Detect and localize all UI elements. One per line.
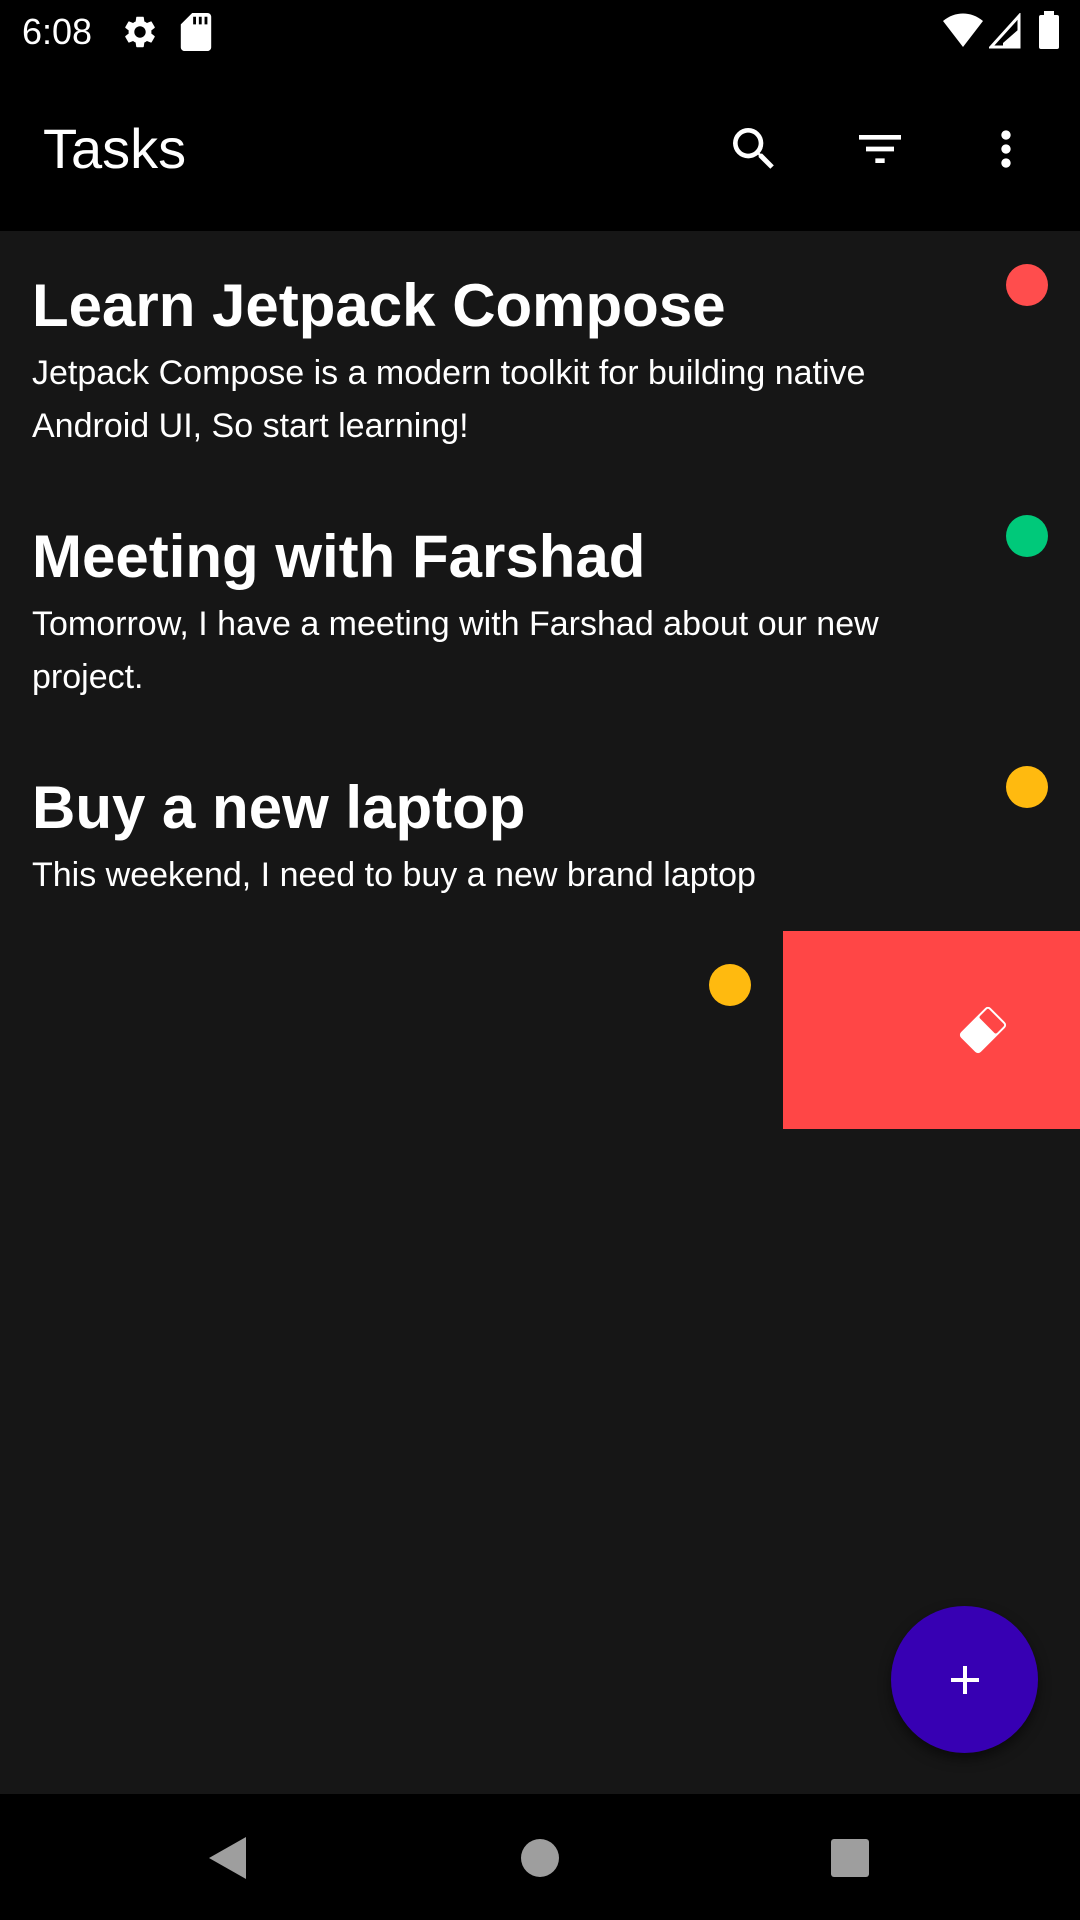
task-description: Jetpack Compose is a modern toolkit for … [32, 354, 866, 445]
home-button[interactable] [504, 1822, 576, 1894]
more-options-button[interactable] [964, 107, 1048, 191]
add-icon [950, 1665, 979, 1694]
search-icon [733, 128, 774, 169]
task-title: Buy a new laptop [32, 774, 526, 841]
task-title: Meeting with Farshad [32, 523, 646, 590]
task-list[interactable]: Learn Jetpack Compose Jetpack Compose is… [0, 231, 1080, 1794]
home-icon [521, 1839, 559, 1877]
more-vert-icon [1001, 130, 1011, 168]
priority-indicator-yellow [1006, 766, 1048, 808]
settings-icon [125, 16, 155, 48]
app-title: Tasks [43, 117, 187, 180]
battery-icon [1039, 11, 1059, 49]
add-task-fab[interactable] [891, 1606, 1038, 1753]
status-bar: 6:08 [0, 0, 1080, 63]
priority-indicator-green [1006, 515, 1048, 557]
wifi-icon [943, 13, 983, 47]
task-item-buy-a-new-laptop[interactable]: Buy a new laptop This weekend, I need to… [0, 733, 1080, 931]
task-item-meeting-with-farshad[interactable]: Meeting with Farshad Tomorrow, I have a … [0, 482, 1080, 732]
recents-icon [831, 1839, 869, 1877]
task-item-swiped[interactable] [0, 931, 783, 1129]
priority-indicator-red [1006, 264, 1048, 306]
status-time: 6:08 [22, 11, 93, 52]
sd-card-icon [180, 13, 212, 51]
filter-button[interactable] [838, 107, 922, 191]
back-button[interactable] [190, 1822, 262, 1894]
swipe-delete-background[interactable] [783, 931, 1080, 1129]
recents-button[interactable] [814, 1822, 886, 1894]
task-item-learn-jetpack-compose[interactable]: Learn Jetpack Compose Jetpack Compose is… [0, 231, 1080, 481]
search-button[interactable] [712, 107, 796, 191]
priority-indicator-yellow [709, 964, 751, 1006]
navigation-bar [0, 1794, 1080, 1920]
eraser-icon [959, 1006, 1007, 1054]
task-description: Tomorrow, I have a meeting with Farshad … [32, 605, 879, 696]
task-title: Learn Jetpack Compose [32, 272, 726, 339]
app-bar: Tasks [0, 63, 1080, 231]
back-icon [209, 1837, 246, 1879]
task-description: This weekend, I need to buy a new brand … [32, 856, 756, 894]
cell-signal-icon [989, 13, 1021, 49]
filter-icon [859, 135, 901, 163]
